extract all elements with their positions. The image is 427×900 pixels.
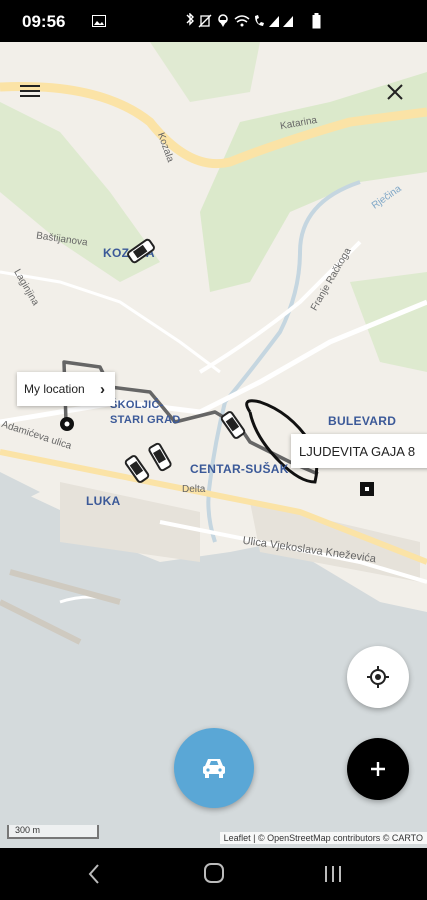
add-button[interactable] <box>347 738 409 800</box>
destination-marker-icon <box>360 482 374 496</box>
back-button[interactable] <box>74 860 114 888</box>
close-icon <box>387 84 403 100</box>
district-label: BULEVARD <box>328 414 397 428</box>
menu-button[interactable] <box>14 78 46 104</box>
recents-button[interactable] <box>313 860 353 888</box>
status-bar: 09:56 <box>0 0 427 42</box>
close-button[interactable] <box>381 78 409 106</box>
status-icons <box>186 13 293 28</box>
my-location-marker-icon <box>60 417 74 431</box>
taxi-marker-icon[interactable] <box>124 238 158 264</box>
district-label: CENTAR-SUŠAK <box>190 462 289 476</box>
chevron-right-icon[interactable]: › <box>100 381 105 398</box>
system-nav-bar <box>0 848 427 900</box>
status-time: 09:56 <box>22 12 66 31</box>
home-button[interactable] <box>194 860 234 888</box>
district-label: ŠKOLJIĆ-STARI GRAD <box>110 399 181 426</box>
destination-popup[interactable]: LJUDEVITA GAJA 8 <box>291 434 427 468</box>
taxi-marker-icon[interactable] <box>144 442 176 472</box>
map-view[interactable]: KOZALA ŠKOLJIĆ-STARI GRAD BULEVARD CENTA… <box>0 42 427 848</box>
taxi-marker-icon[interactable] <box>216 410 250 440</box>
destination-label: LJUDEVITA GAJA 8 <box>299 444 416 459</box>
my-location-popup[interactable]: My location › <box>17 372 115 406</box>
plus-icon <box>371 762 385 776</box>
back-icon <box>88 864 99 884</box>
locate-me-button[interactable] <box>347 646 409 708</box>
district-label: LUKA <box>86 494 121 508</box>
order-taxi-button[interactable] <box>174 728 254 808</box>
gallery-icon <box>92 15 106 27</box>
my-location-label: My location <box>24 382 85 396</box>
street-label: Delta <box>182 484 206 495</box>
taxi-icon <box>203 759 225 778</box>
recents-icon <box>325 866 341 882</box>
home-icon <box>204 863 224 883</box>
map-attribution[interactable]: Leaflet | © OpenStreetMap contributors ©… <box>219 832 427 844</box>
scale-label: 300 m <box>15 825 41 835</box>
map-scale: 300 m <box>7 825 99 839</box>
crosshair-icon <box>367 666 389 688</box>
battery-icon <box>312 13 321 29</box>
menu-icon <box>20 85 40 97</box>
